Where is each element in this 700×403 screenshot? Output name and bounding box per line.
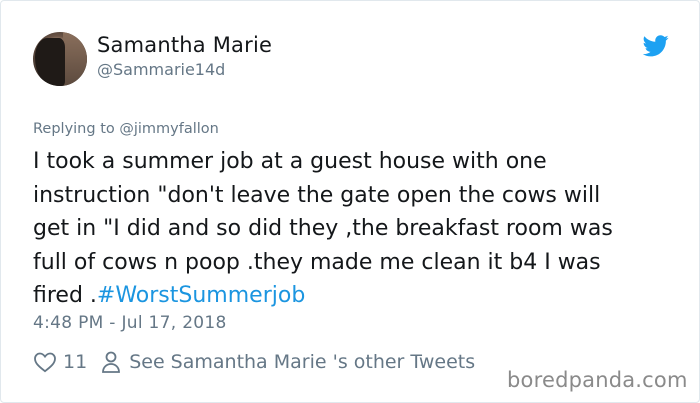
- tweet-text-line: fired .#WorstSummerjob: [33, 279, 673, 313]
- reply-context: Replying to @jimmyfallon: [33, 121, 219, 137]
- watermark: boredpanda.com: [507, 368, 688, 392]
- heart-icon[interactable]: [33, 351, 57, 373]
- other-tweets-link[interactable]: See Samantha Marie 's other Tweets: [129, 351, 475, 373]
- hashtag-link[interactable]: #WorstSummerjob: [97, 283, 305, 308]
- reply-prefix: Replying to: [33, 121, 115, 137]
- tweet-text: I took a summer job at a guest house wit…: [33, 145, 673, 313]
- tweet-timestamp[interactable]: 4:48 PM - Jul 17, 2018: [33, 313, 227, 333]
- user-display-name[interactable]: Samantha Marie: [97, 33, 272, 57]
- avatar[interactable]: [33, 32, 87, 86]
- tweet-text-line: get in "I did and so did they ,the break…: [33, 216, 613, 241]
- user-handle[interactable]: @Sammarie14d: [97, 60, 225, 79]
- tweet-text-line: instruction "don't leave the gate open t…: [33, 182, 601, 208]
- tweet-card: Samantha Marie @Sammarie14d Replying to …: [0, 0, 700, 403]
- tweet-text-line: full of cows n poop .they made me clean …: [33, 249, 601, 275]
- like-count: 11: [63, 351, 88, 373]
- tweet-actions: 11 See Samantha Marie 's other Tweets: [33, 348, 475, 376]
- tweet-text-line: I took a summer job at a guest house wit…: [33, 149, 547, 174]
- person-icon[interactable]: [101, 350, 121, 374]
- reply-mention-link[interactable]: @jimmyfallon: [119, 121, 219, 137]
- tweet-text-fragment: fired .: [33, 283, 97, 308]
- twitter-bird-icon[interactable]: [642, 35, 669, 57]
